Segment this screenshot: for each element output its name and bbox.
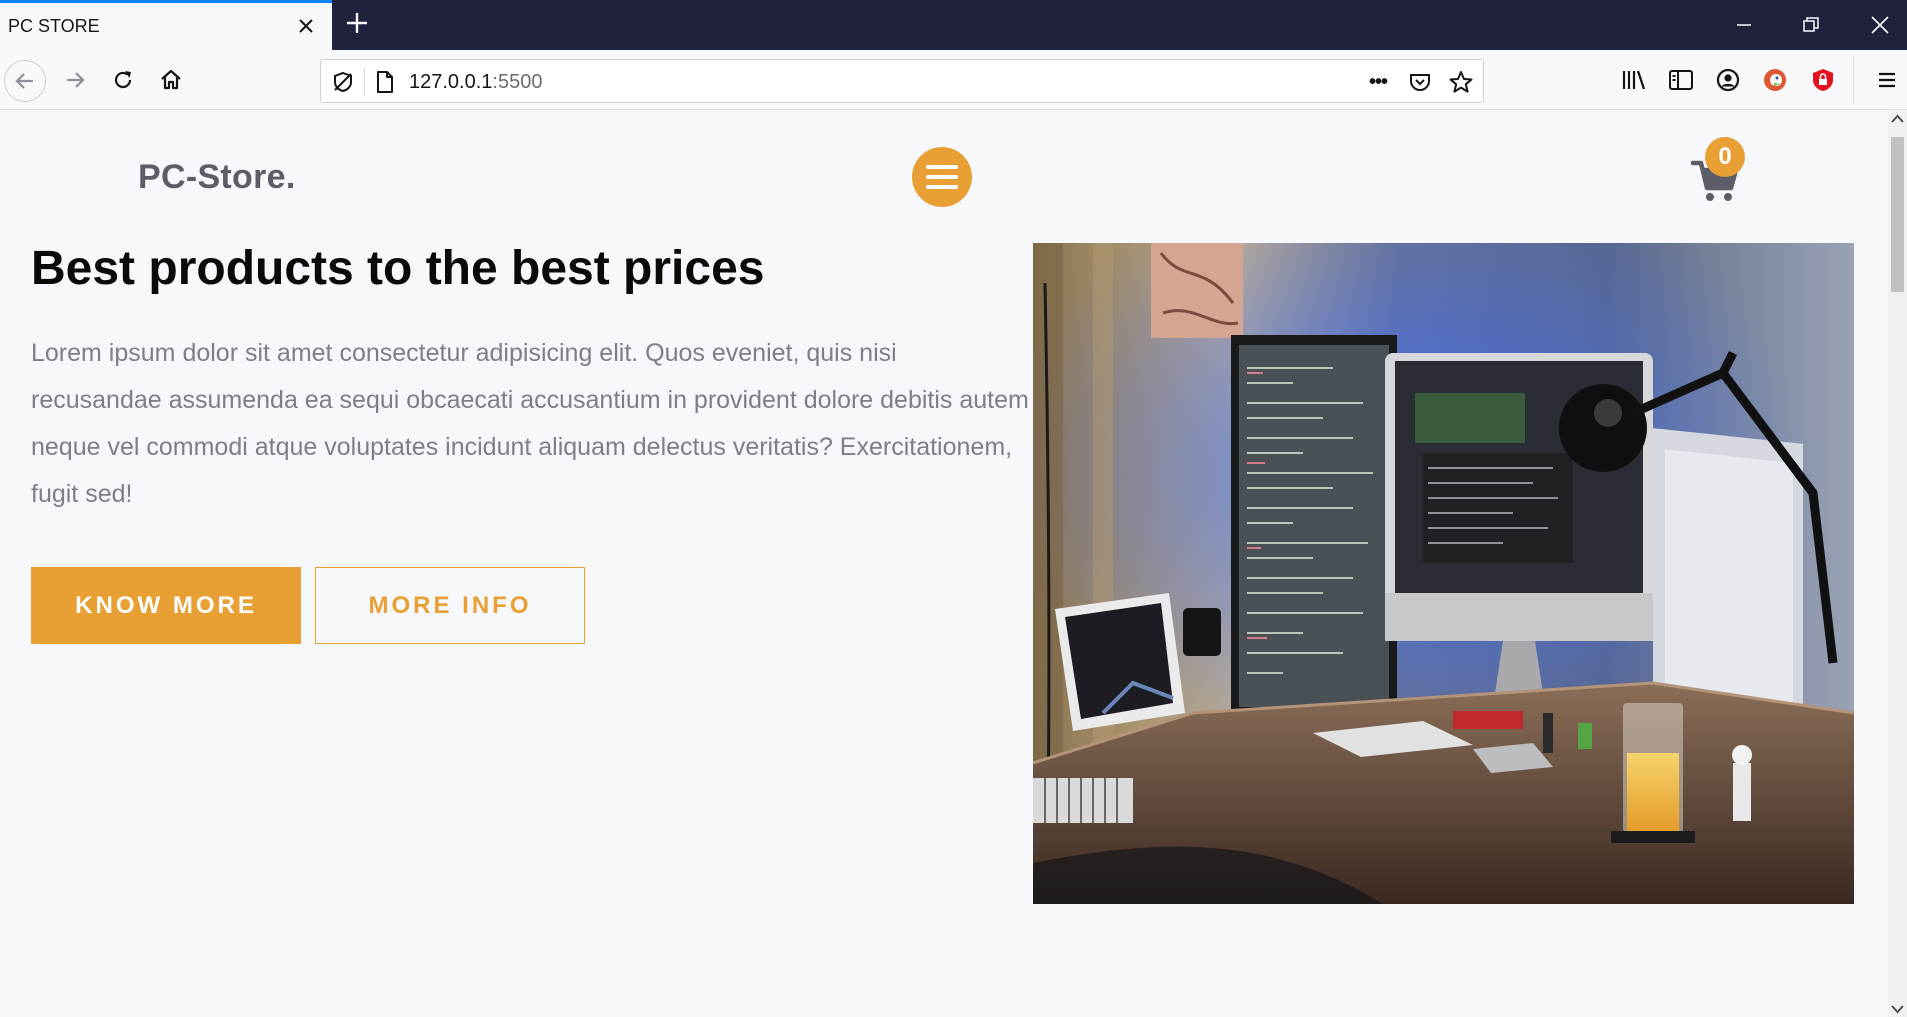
url-separator xyxy=(364,68,365,96)
scroll-down-arrow-icon[interactable] xyxy=(1888,1001,1907,1017)
scrollbar-thumb[interactable] xyxy=(1891,137,1904,292)
browser-navigation-bar: 127.0.0.1:5500 ••• xyxy=(0,50,1907,110)
privacy-badger-extension-button[interactable] xyxy=(1806,63,1840,97)
menu-bar-icon xyxy=(926,175,958,179)
close-window-icon[interactable] xyxy=(1863,8,1897,42)
hero-title: Best products to the best prices xyxy=(31,242,765,295)
url-text[interactable]: 127.0.0.1:5500 xyxy=(409,71,542,94)
arrow-left-icon xyxy=(15,73,33,89)
hero-image-desk-setup xyxy=(1033,243,1854,904)
sidebar-toggle-button[interactable] xyxy=(1664,63,1698,97)
duckduckgo-extension-button[interactable] xyxy=(1758,63,1792,97)
duckduckgo-icon xyxy=(1764,69,1786,91)
menu-toggle-button[interactable] xyxy=(912,147,972,207)
restore-window-icon[interactable] xyxy=(1794,8,1828,42)
toolbar-separator xyxy=(1853,56,1854,104)
page-scrollbar[interactable] xyxy=(1888,111,1907,1017)
arrow-right-icon xyxy=(67,72,85,88)
menu-bar-icon xyxy=(926,185,958,189)
more-info-button[interactable]: MORE INFO xyxy=(315,567,585,644)
url-host: 127.0.0.1 xyxy=(409,71,493,93)
home-icon xyxy=(161,69,181,90)
page-actions-icon[interactable]: ••• xyxy=(1362,66,1394,98)
app-menu-button[interactable] xyxy=(1870,63,1904,97)
site-logo[interactable]: PC-Store. xyxy=(138,158,296,197)
back-button[interactable] xyxy=(4,60,46,102)
browser-tab-strip: PC STORE xyxy=(0,0,1907,50)
library-icon xyxy=(1622,70,1646,90)
reload-icon xyxy=(114,71,132,89)
page-viewport: PC-Store. 0 Best products to the best pr… xyxy=(0,111,1888,1017)
hamburger-menu-icon xyxy=(1879,72,1895,88)
forward-button[interactable] xyxy=(58,63,92,97)
account-button[interactable] xyxy=(1711,63,1745,97)
new-tab-icon[interactable] xyxy=(342,8,372,38)
hero-description: Lorem ipsum dolor sit amet consectetur a… xyxy=(31,339,1029,508)
sidebar-icon xyxy=(1669,70,1693,90)
menu-bar-icon xyxy=(926,165,958,169)
know-more-button[interactable]: KNOW MORE xyxy=(31,567,301,644)
page-info-icon[interactable] xyxy=(369,66,401,98)
scroll-up-arrow-icon[interactable] xyxy=(1888,111,1907,127)
tab-title: PC STORE xyxy=(8,16,100,36)
home-button[interactable] xyxy=(154,63,188,97)
pocket-icon[interactable] xyxy=(1404,66,1436,98)
tracking-protection-icon[interactable] xyxy=(327,66,359,98)
account-icon xyxy=(1716,68,1740,92)
url-port: :5500 xyxy=(492,71,543,93)
url-bar[interactable]: 127.0.0.1:5500 ••• xyxy=(320,59,1484,103)
tab-close-icon[interactable] xyxy=(294,14,318,38)
cart-count-badge: 0 xyxy=(1705,137,1745,177)
minimize-window-icon[interactable] xyxy=(1727,8,1761,42)
browser-tab-active[interactable]: PC STORE xyxy=(0,0,332,50)
shield-lock-icon xyxy=(1813,69,1833,91)
library-button[interactable] xyxy=(1617,63,1651,97)
reload-button[interactable] xyxy=(106,63,140,97)
bookmark-star-icon[interactable] xyxy=(1445,66,1477,98)
